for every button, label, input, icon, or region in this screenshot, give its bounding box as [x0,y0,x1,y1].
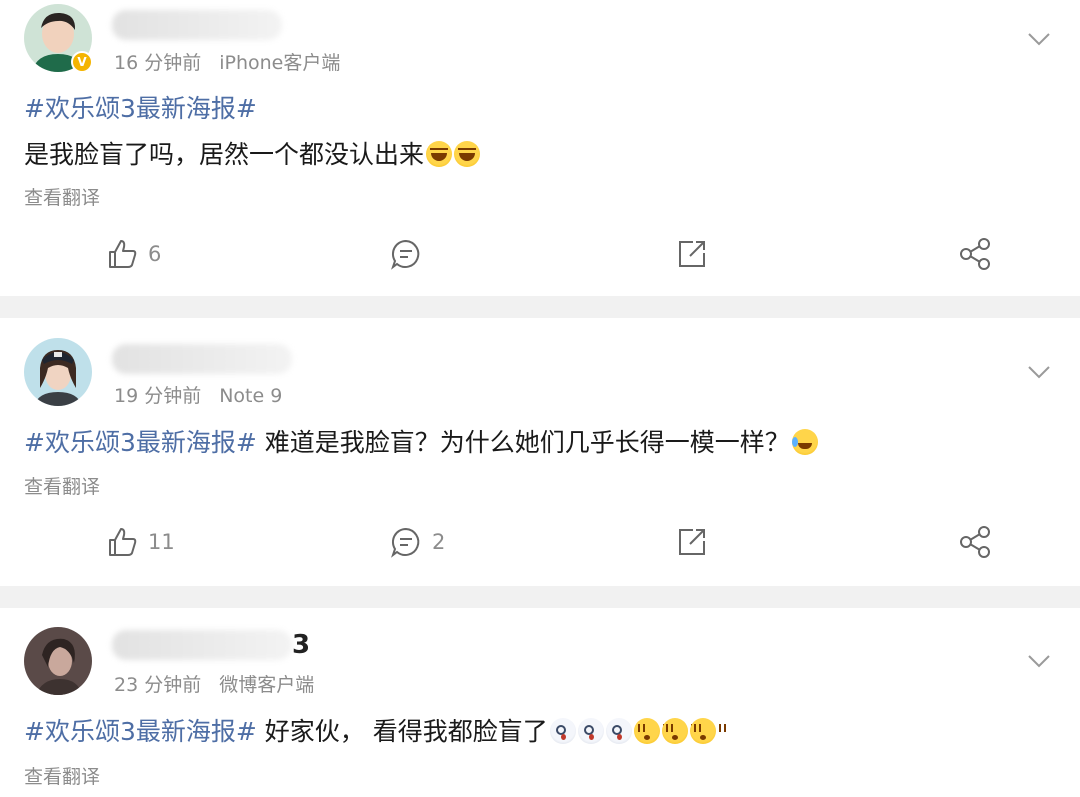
feed-post: V 16 分钟前 iPhone客户端 #欢乐颂3最新海报# 是我脸盲了吗，居然一个… [0,0,1080,296]
comment-icon [391,239,420,270]
dizzy-emoji-icon [549,718,576,744]
dizzy-eyes-emoji-icon [689,718,726,744]
post-time: 23 分钟前 [114,674,202,696]
username-redacted[interactable] [112,344,292,374]
post-time: 19 分钟前 [114,385,202,407]
dizzy-emoji-icon [605,718,632,744]
like-icon [109,240,137,268]
post-time: 16 分钟前 [114,52,202,74]
crying-laugh-emoji-icon [791,429,818,455]
post-text: 好家伙， 看得我都脸盲了 [264,717,548,746]
avatar[interactable] [24,627,92,695]
post-divider [0,296,1080,318]
post-content: #欢乐颂3最新海报# [24,92,257,126]
feed-post: 3 23 分钟前 微博客户端 #欢乐颂3最新海报# 好家伙， 看得我都脸盲了 查看… [0,608,1080,797]
like-count: 6 [148,242,162,266]
repost-button[interactable] [676,234,708,274]
translate-link[interactable]: 查看翻译 [24,183,100,210]
chevron-down-icon[interactable] [1026,364,1052,380]
post-source: iPhone客户端 [219,52,341,74]
repost-button[interactable] [676,522,708,562]
post-text: 是我脸盲了吗，居然一个都没认出来 [24,140,425,169]
share-button[interactable] [958,522,992,562]
post-content: #欢乐颂3最新海报# 好家伙， 看得我都脸盲了 [24,715,726,749]
post-meta: 23 分钟前 微博客户端 [114,670,314,697]
chevron-down-icon[interactable] [1026,653,1052,669]
share-icon [960,238,990,270]
avatar[interactable] [24,338,92,406]
like-count: 11 [148,530,175,554]
verified-badge-icon: V [71,51,93,73]
username-visible-fragment[interactable]: 3 [292,630,310,660]
share-button[interactable] [958,234,992,274]
hashtag-link[interactable]: #欢乐颂3最新海报# [24,428,257,457]
post-source: Note 9 [219,385,283,407]
action-bar: 11 2 [0,522,1080,562]
username-redacted[interactable] [112,630,292,660]
dizzy-eyes-emoji-icon [633,718,670,744]
comment-count: 2 [432,530,446,554]
chevron-down-icon[interactable] [1026,31,1052,47]
repost-icon [679,241,705,267]
hashtag-link[interactable]: #欢乐颂3最新海报# [24,94,257,123]
post-meta: 19 分钟前 Note 9 [114,381,282,408]
post-meta: 16 分钟前 iPhone客户端 [114,48,340,75]
dizzy-emoji-icon [577,718,604,744]
username-redacted[interactable] [112,10,282,40]
comment-icon [391,527,420,558]
feed-post: 19 分钟前 Note 9 #欢乐颂3最新海报# 难道是我脸盲？为什么她们几乎长得… [0,318,1080,586]
laughing-emoji-icon [426,141,453,167]
post-text: 难道是我脸盲？为什么她们几乎长得一模一样？ [264,428,790,457]
hashtag-link[interactable]: #欢乐颂3最新海报# [24,717,257,746]
comment-button[interactable]: 2 [390,522,445,562]
post-text-line: 是我脸盲了吗，居然一个都没认出来 [24,138,481,172]
post-content: #欢乐颂3最新海报# 难道是我脸盲？为什么她们几乎长得一模一样？ [24,426,818,460]
translate-link[interactable]: 查看翻译 [24,762,100,789]
repost-icon [679,529,705,555]
like-button[interactable]: 11 [106,522,175,562]
comment-button[interactable] [390,234,432,274]
like-icon [109,528,137,556]
dizzy-eyes-emoji-icon [661,718,698,744]
laughing-emoji-icon [454,141,481,167]
translate-link[interactable]: 查看翻译 [24,472,100,499]
share-icon [960,526,990,558]
post-divider [0,586,1080,608]
action-bar: 6 [0,234,1080,274]
post-source: 微博客户端 [219,674,315,696]
like-button[interactable]: 6 [106,234,161,274]
